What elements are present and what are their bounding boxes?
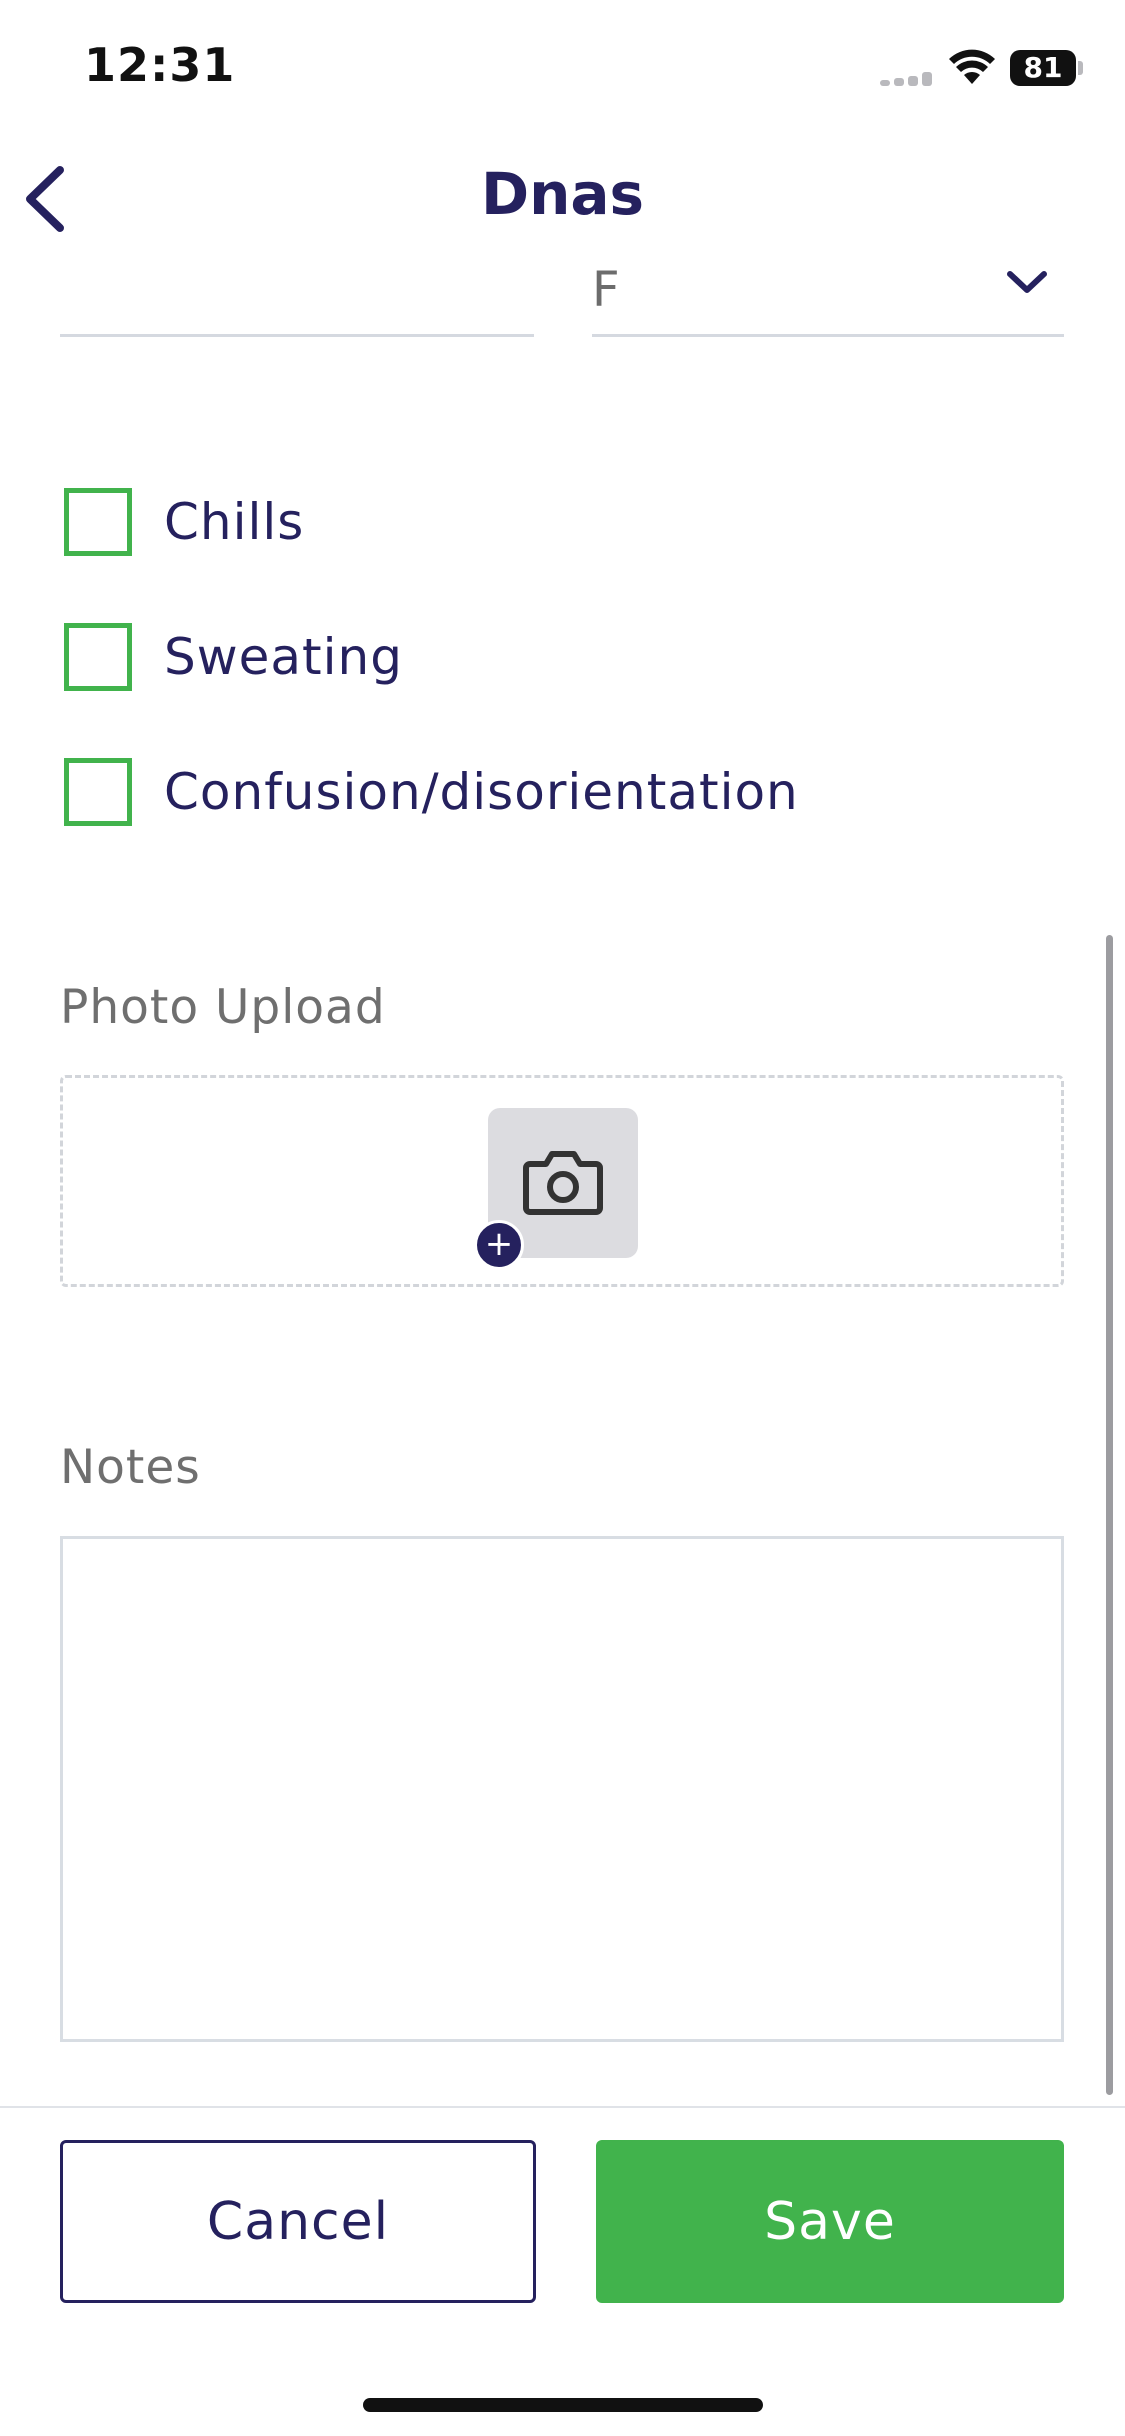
footer-divider	[0, 2106, 1125, 2108]
temperature-input-underline[interactable]	[60, 334, 534, 337]
checkbox-chills[interactable]: Chills	[64, 482, 304, 562]
cancel-button[interactable]: Cancel	[60, 2140, 536, 2303]
plus-icon[interactable]: +	[474, 1220, 524, 1270]
save-button[interactable]: Save	[596, 2140, 1064, 2303]
signal-icon	[880, 72, 934, 86]
battery-icon: 81	[1010, 50, 1076, 86]
notes-textarea[interactable]	[60, 1536, 1064, 2042]
battery-tip	[1078, 61, 1083, 75]
wifi-icon	[949, 49, 995, 84]
status-time: 12:31	[84, 38, 236, 92]
checkbox-box[interactable]	[64, 623, 132, 691]
checkbox-box[interactable]	[64, 488, 132, 556]
unit-select-underline[interactable]	[592, 334, 1064, 337]
page-title: Dnas	[480, 160, 645, 228]
checkbox-box[interactable]	[64, 758, 132, 826]
checkbox-label: Sweating	[164, 628, 403, 686]
checkbox-sweating[interactable]: Sweating	[64, 617, 403, 697]
unit-select-value[interactable]: F	[592, 262, 620, 318]
scrollbar[interactable]	[1106, 935, 1113, 2095]
photo-upload-label: Photo Upload	[60, 980, 386, 1035]
checkbox-confusion[interactable]: Confusion/disorientation	[64, 752, 799, 832]
chevron-down-icon[interactable]	[1004, 268, 1050, 298]
home-indicator	[363, 2398, 763, 2412]
camera-icon	[523, 1151, 603, 1215]
checkbox-label: Chills	[164, 493, 305, 551]
checkbox-label: Confusion/disorientation	[164, 763, 799, 821]
notes-label: Notes	[60, 1440, 201, 1495]
